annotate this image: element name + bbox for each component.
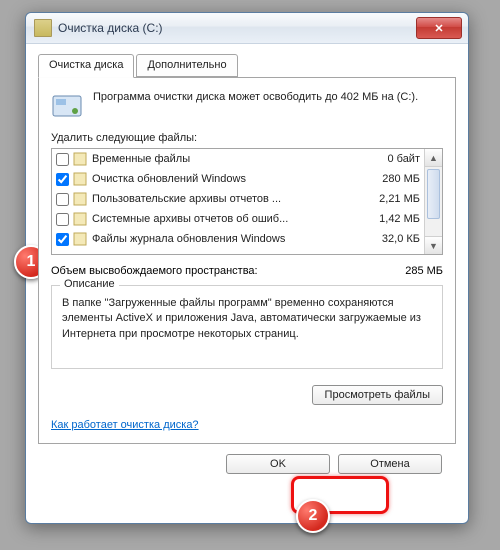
file-icon <box>73 232 87 246</box>
file-checkbox[interactable] <box>56 193 69 206</box>
file-listbox: Временные файлы 0 байт Очистка обновлени… <box>51 148 443 255</box>
description-legend: Описание <box>60 278 119 290</box>
file-checkbox[interactable] <box>56 173 69 186</box>
tab-advanced[interactable]: Дополнительно <box>136 54 237 77</box>
freespace-value: 285 МБ <box>405 265 443 277</box>
file-icon <box>73 152 87 166</box>
file-checkbox[interactable] <box>56 213 69 226</box>
close-button[interactable]: ✕ <box>416 17 462 39</box>
scroll-down-icon[interactable]: ▼ <box>425 236 442 254</box>
list-item[interactable]: Пользовательские архивы отчетов ... 2,21… <box>52 189 424 209</box>
file-size: 0 байт <box>381 153 420 165</box>
file-icon <box>73 212 87 226</box>
file-size: 2,21 МБ <box>373 193 420 205</box>
delete-label: Удалить следующие файлы: <box>51 132 443 144</box>
cancel-button[interactable]: Отмена <box>338 454 442 474</box>
list-item[interactable]: Очистка обновлений Windows 280 МБ <box>52 169 424 189</box>
file-checkbox[interactable] <box>56 153 69 166</box>
tab-cleanup[interactable]: Очистка диска <box>38 54 134 78</box>
disk-cleanup-window: Очистка диска (C:) ✕ Очистка диска Допол… <box>25 12 469 524</box>
freespace-label: Объем высвобождаемого пространства: <box>51 265 405 277</box>
file-checkbox[interactable] <box>56 233 69 246</box>
file-icon <box>73 172 87 186</box>
help-link[interactable]: Как работает очистка диска? <box>51 419 443 431</box>
tab-body: Программа очистки диска может освободить… <box>38 77 456 444</box>
description-text: В папке "Загруженные файлы программ" вре… <box>62 296 432 358</box>
app-icon <box>34 19 52 37</box>
disk-icon <box>51 90 83 122</box>
list-item[interactable]: Системные архивы отчетов об ошиб... 1,42… <box>52 209 424 229</box>
view-files-button[interactable]: Просмотреть файлы <box>312 385 443 405</box>
titlebar[interactable]: Очистка диска (C:) ✕ <box>26 13 468 44</box>
file-size: 32,0 КБ <box>376 233 420 245</box>
file-size: 280 МБ <box>376 173 420 185</box>
description-group: Описание В папке "Загруженные файлы прог… <box>51 285 443 369</box>
list-item[interactable]: Файлы журнала обновления Windows 32,0 КБ <box>52 229 424 249</box>
window-title: Очистка диска (C:) <box>58 21 163 35</box>
file-label: Системные архивы отчетов об ошиб... <box>92 213 373 225</box>
info-text: Программа очистки диска может освободить… <box>93 90 418 105</box>
ok-button[interactable]: OK <box>226 454 330 474</box>
scroll-thumb[interactable] <box>427 169 440 219</box>
file-label: Файлы журнала обновления Windows <box>92 233 376 245</box>
list-item[interactable]: Временные файлы 0 байт <box>52 149 424 169</box>
file-size: 1,42 МБ <box>373 213 420 225</box>
scroll-up-icon[interactable]: ▲ <box>425 149 442 167</box>
file-label: Пользовательские архивы отчетов ... <box>92 193 373 205</box>
file-label: Очистка обновлений Windows <box>92 173 376 185</box>
file-label: Временные файлы <box>92 153 381 165</box>
close-icon: ✕ <box>434 22 443 35</box>
file-icon <box>73 192 87 206</box>
list-scrollbar[interactable]: ▲ ▼ <box>424 149 442 254</box>
